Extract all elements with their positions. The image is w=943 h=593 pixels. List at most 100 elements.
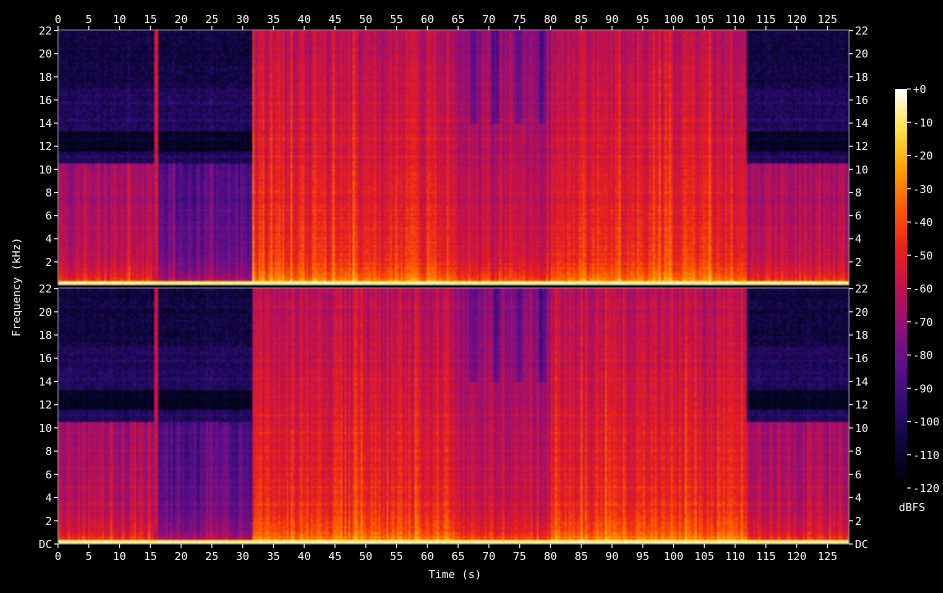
x-tick-label: 75 xyxy=(513,13,526,26)
x-axis-top: 0 5 10 15 20 25 30 35 40 45 50 55 60 65 70 75 80 85 90 95 10… xyxy=(55,13,838,30)
colorbar-tick-label: -80 xyxy=(913,349,933,362)
y-tick-label: 14 xyxy=(39,117,53,130)
y-tick-label: 18 xyxy=(39,71,52,84)
y-tick-label: 2 xyxy=(855,256,862,269)
colorbar-label: dBFS xyxy=(899,501,926,514)
colorbar-tick-label: -10 xyxy=(913,116,933,129)
x-tick-label: 10 xyxy=(113,13,126,26)
y-tick-label: 10 xyxy=(855,422,868,435)
x-axis-label: Time (s) xyxy=(429,568,482,581)
spectrogram-image-bottom xyxy=(58,288,849,544)
colorbar-tick-label: -30 xyxy=(913,183,933,196)
x-tick-label: 55 xyxy=(390,13,403,26)
x-tick-label: 65 xyxy=(451,550,464,563)
y-tick-label: 16 xyxy=(39,94,52,107)
y-tick-label: 6 xyxy=(855,210,862,223)
x-tick-label: 85 xyxy=(575,13,588,26)
colorbar-tick-label: -70 xyxy=(913,316,933,329)
channel-panel-top xyxy=(57,29,850,286)
colorbar-gradient xyxy=(895,89,907,488)
x-tick-label: 15 xyxy=(144,550,157,563)
x-tick-label: 120 xyxy=(787,13,807,26)
x-tick-label: 105 xyxy=(694,550,714,563)
y-tick-label: 22 xyxy=(39,283,52,296)
colorbar-ticks: +0 -10 -20 -30 -40 -50 -60 -70 -80 -90 -100 -110 -12… xyxy=(907,83,940,495)
y-tick-label: DC xyxy=(39,538,52,551)
x-tick-label: 0 xyxy=(55,550,62,563)
y-tick-label: 8 xyxy=(855,186,862,199)
x-tick-label: 115 xyxy=(756,550,776,563)
channel-panel-bottom xyxy=(57,287,850,545)
x-tick-label: 125 xyxy=(818,13,838,26)
x-tick-label: 10 xyxy=(113,550,126,563)
x-tick-label: 20 xyxy=(174,550,187,563)
colorbar-tick-label: -90 xyxy=(913,382,933,395)
x-tick-label: 60 xyxy=(421,13,434,26)
y-tick-label: 18 xyxy=(39,329,52,342)
x-tick-label: 115 xyxy=(756,13,776,26)
x-tick-label: 20 xyxy=(174,13,187,26)
y-tick-label: 14 xyxy=(855,375,869,388)
y-tick-label: 20 xyxy=(855,48,868,61)
x-tick-label: 80 xyxy=(544,550,557,563)
y-axis-bottom-left: DC 2 4 6 8 10 12 14 16 18 20 22 xyxy=(39,283,58,551)
x-tick-label: 35 xyxy=(267,13,280,26)
x-tick-label: 120 xyxy=(787,550,807,563)
y-tick-label: 4 xyxy=(45,233,52,246)
x-tick-label: 60 xyxy=(421,550,434,563)
x-tick-label: 55 xyxy=(390,550,403,563)
y-tick-label: 22 xyxy=(39,25,52,38)
colorbar-tick-label: -50 xyxy=(913,249,933,262)
x-tick-label: 5 xyxy=(85,13,92,26)
x-tick-label: 30 xyxy=(236,13,249,26)
y-tick-label: 16 xyxy=(855,94,868,107)
x-tick-label: 95 xyxy=(636,13,649,26)
colorbar-tick-label: -40 xyxy=(913,216,933,229)
y-tick-label: 2 xyxy=(855,515,862,528)
y-tick-label: 16 xyxy=(39,352,52,365)
x-tick-label: 90 xyxy=(605,13,618,26)
y-tick-label: 14 xyxy=(855,117,869,130)
colorbar-tick-label: -60 xyxy=(913,283,933,296)
y-tick-label: 20 xyxy=(855,306,868,319)
y-tick-label: 12 xyxy=(855,140,868,153)
y-tick-label: 4 xyxy=(45,492,52,505)
y-tick-label: 12 xyxy=(855,399,868,412)
y-tick-label: DC xyxy=(855,538,868,551)
x-tick-label: 15 xyxy=(144,13,157,26)
colorbar-tick-label: -120 xyxy=(913,482,940,495)
x-tick-label: 85 xyxy=(575,550,588,563)
x-tick-label: 50 xyxy=(359,550,372,563)
x-tick-label: 70 xyxy=(482,550,495,563)
x-tick-label: 95 xyxy=(636,550,649,563)
y-tick-label: 6 xyxy=(45,210,52,223)
x-tick-label: 0 xyxy=(55,13,62,26)
x-tick-label: 45 xyxy=(328,550,341,563)
y-tick-label: 18 xyxy=(855,329,868,342)
y-tick-label: 6 xyxy=(45,468,52,481)
y-tick-label: 2 xyxy=(45,256,52,269)
x-tick-label: 65 xyxy=(451,13,464,26)
x-tick-label: 45 xyxy=(328,13,341,26)
y-axis-label: Frequency (kHz) xyxy=(10,237,23,336)
x-tick-label: 25 xyxy=(205,13,218,26)
x-tick-label: 5 xyxy=(85,550,92,563)
x-tick-label: 75 xyxy=(513,550,526,563)
y-tick-label: 8 xyxy=(45,186,52,199)
y-tick-label: 20 xyxy=(39,306,52,319)
y-tick-label: 10 xyxy=(855,163,868,176)
y-tick-label: 22 xyxy=(855,25,868,38)
y-tick-label: 18 xyxy=(855,71,868,84)
y-tick-label: 12 xyxy=(39,399,52,412)
y-tick-label: 6 xyxy=(855,468,862,481)
x-tick-label: 80 xyxy=(544,13,557,26)
x-tick-label: 40 xyxy=(298,550,311,563)
x-tick-label: 30 xyxy=(236,550,249,563)
x-tick-label: 100 xyxy=(664,550,684,563)
y-tick-label: 12 xyxy=(39,140,52,153)
y-tick-label: 10 xyxy=(39,163,52,176)
x-tick-label: 35 xyxy=(267,550,280,563)
colorbar-tick-label: +0 xyxy=(913,83,926,96)
colorbar-tick-label: -20 xyxy=(913,150,933,163)
y-axis-bottom-right: DC 2 4 6 8 10 12 14 16 18 20 22 xyxy=(849,283,869,551)
